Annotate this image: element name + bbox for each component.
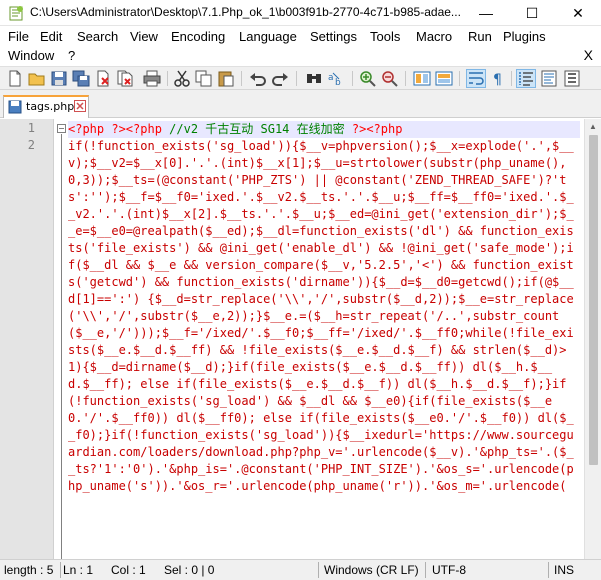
menu-search[interactable]: Search (77, 28, 118, 46)
toolbar-separator (405, 71, 406, 86)
menu-view[interactable]: View (130, 28, 158, 46)
close-icon[interactable] (94, 70, 112, 87)
notepad-plus-plus-icon (9, 6, 23, 21)
toolbar-separator (511, 71, 512, 86)
status-separator (548, 562, 549, 578)
paste-icon[interactable] (217, 70, 235, 87)
zoom-in-icon[interactable] (359, 70, 377, 87)
scrollbar-thumb[interactable] (589, 135, 598, 465)
close-all-icon[interactable] (116, 70, 134, 87)
toolbar-separator (459, 71, 460, 86)
menu-help[interactable]: ? (68, 47, 75, 65)
word-wrap-icon[interactable] (466, 69, 486, 88)
status-length: length : 5 (4, 563, 54, 577)
code-php-open: <?php ?><?php (68, 122, 170, 136)
toolbar-separator (296, 71, 297, 86)
code-line-2: if(!function_exists('sg_load')){$__v=php… (68, 139, 574, 493)
show-all-chars-icon[interactable]: ¶ (489, 70, 507, 87)
status-col: Col : 1 (111, 563, 146, 577)
doc-map-icon[interactable] (540, 70, 558, 87)
menu-settings[interactable]: Settings (310, 28, 357, 46)
sync-vertical-icon[interactable] (413, 70, 431, 87)
status-encoding[interactable]: UTF-8 (432, 563, 466, 577)
status-separator (60, 562, 61, 578)
code-php-tail: ?><?php (344, 122, 403, 136)
indent-guide-icon[interactable] (516, 69, 536, 88)
status-bar: length : 5 Ln : 1 Col : 1 Sel : 0 | 0 Wi… (0, 559, 601, 580)
close-document-button[interactable]: X (584, 47, 593, 63)
line-number-gutter: 1 2 (0, 119, 54, 559)
save-icon[interactable] (50, 70, 68, 87)
status-selection: Sel : 0 | 0 (164, 563, 215, 577)
toolbar-separator (352, 71, 353, 86)
menu-edit[interactable]: Edit (40, 28, 62, 46)
menu-file[interactable]: File (8, 28, 29, 46)
zoom-out-icon[interactable] (381, 70, 399, 87)
status-line: Ln : 1 (63, 563, 94, 577)
code-comment: //v2 千古互动 SG14 在线加密 (169, 122, 345, 136)
replace-icon[interactable]: ab (327, 70, 345, 87)
close-window-button[interactable]: ✕ (555, 0, 601, 26)
vertical-scrollbar[interactable]: ▲ (584, 119, 601, 559)
toolbar-separator (241, 71, 242, 86)
menu-macro[interactable]: Macro (416, 28, 452, 46)
status-separator (425, 562, 426, 578)
menu-bar: File Edit Search View Encoding Language … (0, 26, 601, 66)
status-eol[interactable]: Windows (CR LF) (324, 563, 419, 577)
tab-strip: tags.php (0, 90, 601, 118)
find-icon[interactable] (305, 70, 323, 87)
toolbar: ab ¶ (0, 66, 601, 90)
maximize-button[interactable]: ☐ (509, 0, 555, 26)
menu-tools[interactable]: Tools (370, 28, 400, 46)
svg-text:a: a (328, 73, 334, 83)
function-list-icon[interactable] (563, 70, 581, 87)
menu-run[interactable]: Run (468, 28, 492, 46)
fold-toggle[interactable] (57, 124, 66, 133)
scroll-up-arrow-icon[interactable]: ▲ (589, 122, 597, 131)
file-saved-icon (8, 100, 22, 114)
open-file-icon[interactable] (28, 70, 46, 87)
toolbar-separator (167, 71, 168, 86)
sync-horizontal-icon[interactable] (435, 70, 453, 87)
tab-label: tags.php (26, 100, 75, 113)
code-content[interactable]: <?php ?><?php //v2 千古互动 SG14 在线加密 ?><?ph… (68, 121, 580, 495)
line-number: 1 (27, 121, 35, 135)
status-insert-mode[interactable]: INS (554, 563, 574, 577)
window-title: C:\Users\Administrator\Desktop\7.1.Php_o… (30, 5, 461, 19)
undo-icon[interactable] (249, 70, 267, 87)
redo-icon[interactable] (271, 70, 289, 87)
title-bar: C:\Users\Administrator\Desktop\7.1.Php_o… (0, 0, 601, 26)
copy-icon[interactable] (195, 70, 213, 87)
new-file-icon[interactable] (6, 70, 24, 87)
tab-tags-php[interactable]: tags.php (3, 95, 89, 118)
editor-area[interactable]: 1 2 <?php ?><?php //v2 千古互动 SG14 在线加密 ?>… (0, 119, 601, 559)
code-line-1: <?php ?><?php //v2 千古互动 SG14 在线加密 ?><?ph… (68, 121, 580, 138)
cut-icon[interactable] (173, 70, 191, 87)
menu-plugins[interactable]: Plugins (503, 28, 546, 46)
tab-close-icon[interactable] (74, 100, 86, 112)
svg-text:b: b (335, 78, 341, 87)
menu-window[interactable]: Window (8, 47, 54, 65)
minimize-button[interactable]: — (463, 0, 509, 26)
status-separator (318, 562, 319, 578)
fold-guide (61, 134, 62, 559)
save-all-icon[interactable] (72, 70, 90, 87)
menu-encoding[interactable]: Encoding (171, 28, 225, 46)
line-number: 2 (27, 138, 35, 152)
menu-language[interactable]: Language (239, 28, 297, 46)
print-icon[interactable] (143, 70, 161, 87)
svg-text:¶: ¶ (493, 72, 502, 87)
